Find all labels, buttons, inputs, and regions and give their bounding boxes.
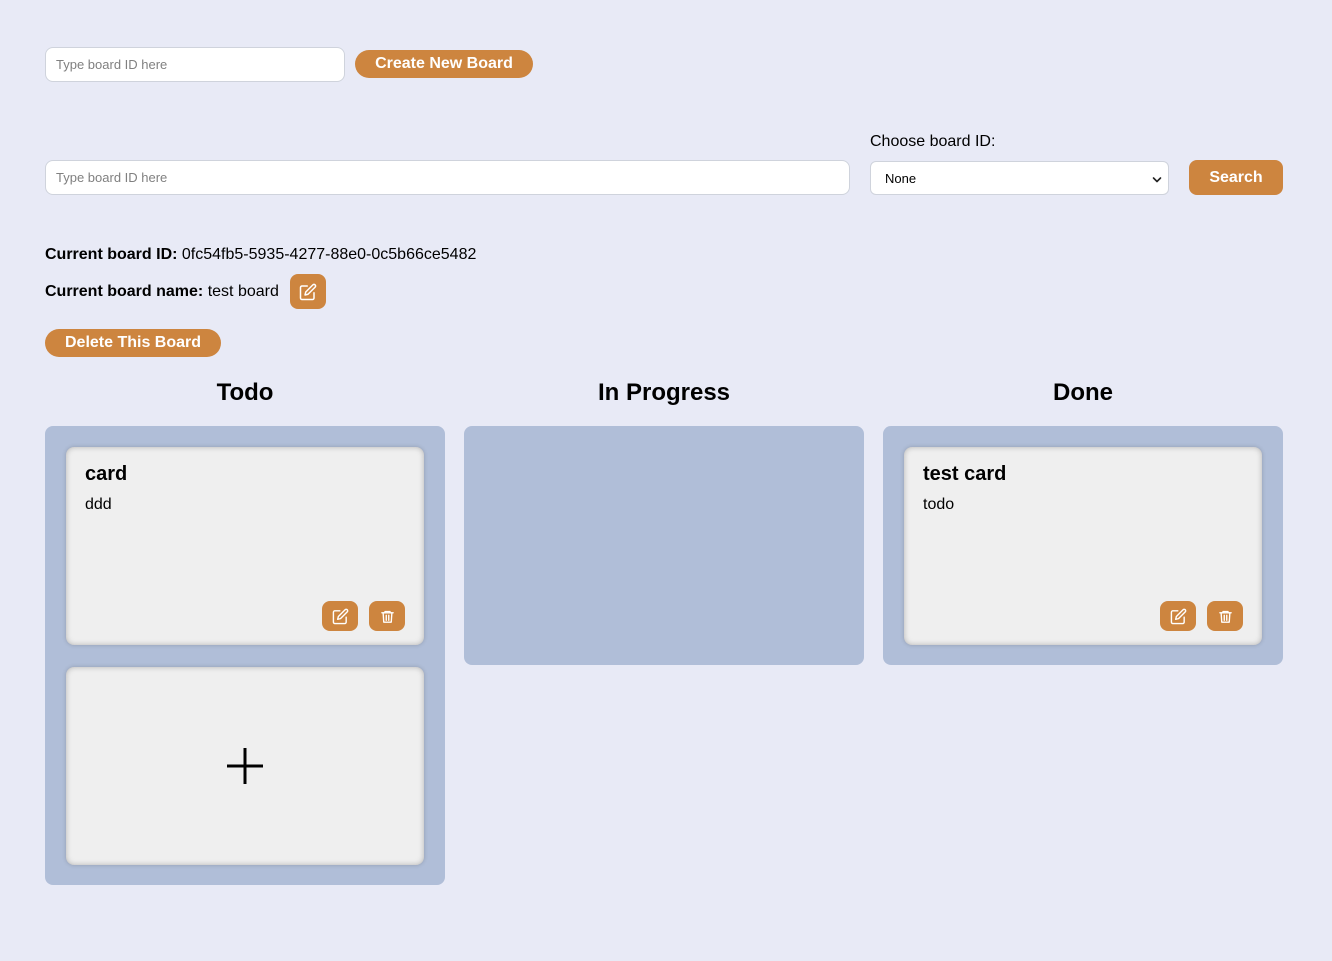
edit-card-button[interactable] bbox=[322, 601, 358, 631]
card[interactable]: test card todo bbox=[904, 447, 1262, 645]
current-board-id-label: Current board ID: bbox=[45, 246, 178, 263]
trash-icon bbox=[1218, 609, 1233, 624]
board-id-select[interactable]: None bbox=[870, 161, 1169, 195]
current-board-name-value: test board bbox=[207, 283, 279, 300]
card-description: todo bbox=[923, 496, 955, 513]
current-board-id-value: 0fc54fb5-5935-4277-88e0-0c5b66ce5482 bbox=[181, 246, 477, 263]
column-title-done: Done bbox=[1053, 379, 1113, 406]
edit-icon bbox=[332, 608, 349, 625]
new-board-id-input[interactable] bbox=[45, 47, 345, 82]
card[interactable]: card ddd bbox=[66, 447, 424, 645]
create-new-board-button[interactable]: Create New Board bbox=[355, 50, 533, 78]
choose-board-label: Choose board ID: bbox=[870, 133, 996, 150]
card-title: test card bbox=[923, 463, 1007, 485]
search-board-id-input[interactable] bbox=[45, 160, 850, 195]
edit-board-name-button[interactable] bbox=[290, 274, 326, 309]
search-button[interactable]: Search bbox=[1189, 160, 1283, 195]
add-card-button[interactable] bbox=[66, 667, 424, 865]
trash-icon bbox=[380, 609, 395, 624]
delete-card-button[interactable] bbox=[369, 601, 405, 631]
card-description: ddd bbox=[85, 496, 112, 513]
done-column[interactable]: test card todo bbox=[883, 426, 1283, 665]
in-progress-column[interactable] bbox=[464, 426, 864, 665]
column-title-in-progress: In Progress bbox=[597, 379, 731, 406]
plus-icon bbox=[225, 746, 265, 791]
todo-column[interactable]: card ddd bbox=[45, 426, 445, 885]
edit-icon bbox=[1170, 608, 1187, 625]
column-title-todo: Todo bbox=[216, 379, 274, 406]
current-board-name-label: Current board name: bbox=[45, 283, 204, 300]
edit-card-button[interactable] bbox=[1160, 601, 1196, 631]
current-board-name-row: Current board name: test board bbox=[45, 283, 279, 301]
card-title: card bbox=[85, 463, 128, 485]
current-board-id-row: Current board ID: 0fc54fb5-5935-4277-88e… bbox=[45, 246, 476, 264]
delete-board-button[interactable]: Delete This Board bbox=[45, 329, 221, 357]
board-id-select-value: None bbox=[885, 170, 917, 186]
delete-card-button[interactable] bbox=[1207, 601, 1243, 631]
edit-icon bbox=[299, 283, 317, 301]
chevron-down-icon bbox=[1152, 173, 1162, 188]
